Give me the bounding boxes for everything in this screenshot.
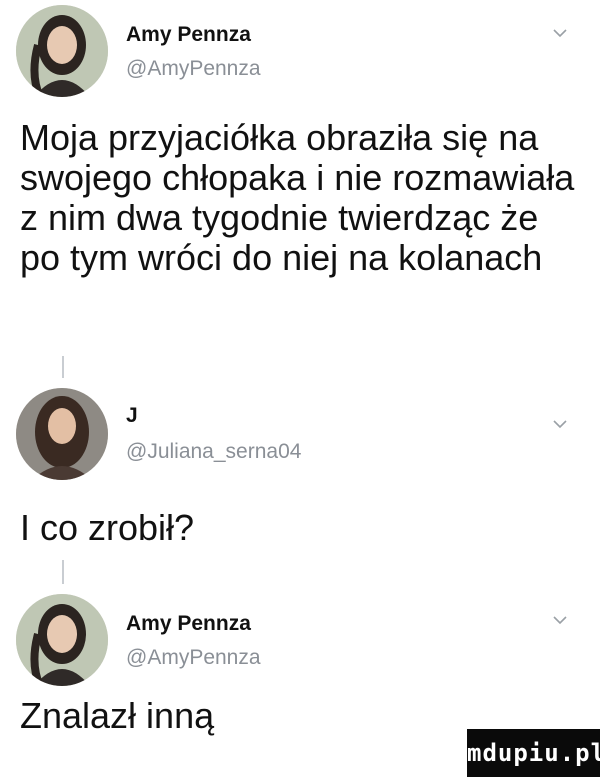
- woman-dark-hair-avatar-icon: [16, 594, 108, 686]
- author-name[interactable]: Amy Pennza: [126, 612, 251, 636]
- author-handle[interactable]: @AmyPennza: [126, 646, 261, 670]
- thread-line: [62, 356, 64, 378]
- avatar-j[interactable]: [16, 388, 108, 480]
- author-name[interactable]: Amy Pennza: [126, 23, 251, 47]
- author-handle[interactable]: @Juliana_serna04: [126, 440, 301, 464]
- avatar-amy-pennza[interactable]: [16, 5, 108, 97]
- woman-dark-hair-avatar-icon: [16, 5, 108, 97]
- tweet-text: I co zrobił?: [20, 507, 195, 548]
- thread-line: [62, 560, 64, 584]
- author-name[interactable]: J: [126, 404, 138, 428]
- tweet-text: Znalazł inną: [20, 695, 215, 736]
- avatar-amy-pennza[interactable]: [16, 594, 108, 686]
- author-handle[interactable]: @AmyPennza: [126, 57, 261, 81]
- chevron-down-icon[interactable]: [552, 614, 568, 626]
- chevron-down-icon[interactable]: [552, 418, 568, 430]
- watermark: mdupiu.pl: [467, 729, 600, 777]
- chevron-down-icon[interactable]: [552, 27, 568, 39]
- woman-long-hair-avatar-icon: [16, 388, 108, 480]
- tweet-text: Moja przyjaciółka obraziła się na swojeg…: [20, 117, 575, 278]
